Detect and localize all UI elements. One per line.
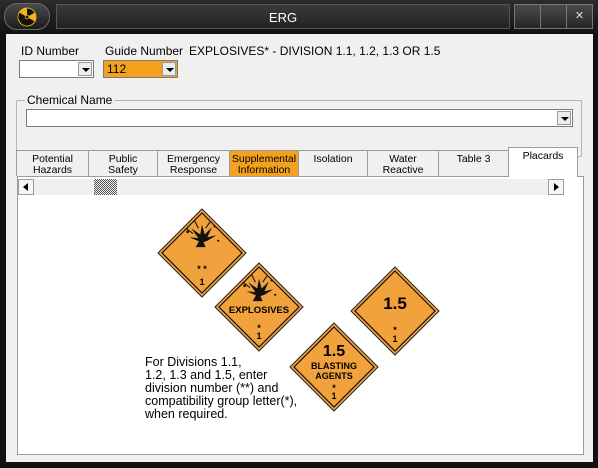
placard-2-number: 1 [256, 331, 261, 341]
maximize-button[interactable] [540, 4, 567, 29]
placard-2-word: EXPLOSIVES [229, 305, 289, 316]
explosive-placard-2: EXPLOSIVES * 1 [214, 262, 304, 352]
explosive-placard-3: 1.5 * 1 [350, 266, 440, 356]
placard-1-stars: * * [197, 264, 207, 274]
title-bar: ERG ✕ [0, 0, 598, 33]
note-line: when required. [145, 407, 228, 421]
close-icon: ✕ [574, 10, 585, 22]
placard-3-number: 1 [392, 334, 397, 344]
placard-note: For Divisions 1.1, 1.2, 1.3 and 1.5, ent… [145, 356, 297, 421]
radiation-icon [17, 7, 37, 27]
main-panel: ID Number Guide Number 112 EXPLOSIVES* -… [6, 34, 593, 462]
explosive-placard-4: 1.5 BLASTING AGENTS * 1 [289, 322, 379, 412]
minimize-button[interactable] [514, 4, 541, 29]
placard-4-word1: BLASTING [311, 361, 357, 371]
placard-4-division: 1.5 [323, 343, 345, 360]
placards-drawing: * * 1 EXPLOSIVES * 1 1.5 * 1 1.5 BLASTIN… [157, 208, 440, 412]
close-button[interactable]: ✕ [566, 4, 593, 29]
placard-4-word2: AGENTS [315, 371, 353, 381]
placard-3-division: 1.5 [383, 294, 407, 313]
title-area: ERG [56, 4, 510, 29]
app-menu-button[interactable] [4, 3, 50, 30]
window-title: ERG [268, 10, 298, 25]
erg-window: ERG ✕ ID Number Guide Number 112 EXPLOSI… [0, 0, 598, 468]
placard-1-number: 1 [199, 277, 204, 287]
explosive-placard-1: * * 1 [157, 208, 247, 298]
placard-4-number: 1 [331, 391, 336, 401]
